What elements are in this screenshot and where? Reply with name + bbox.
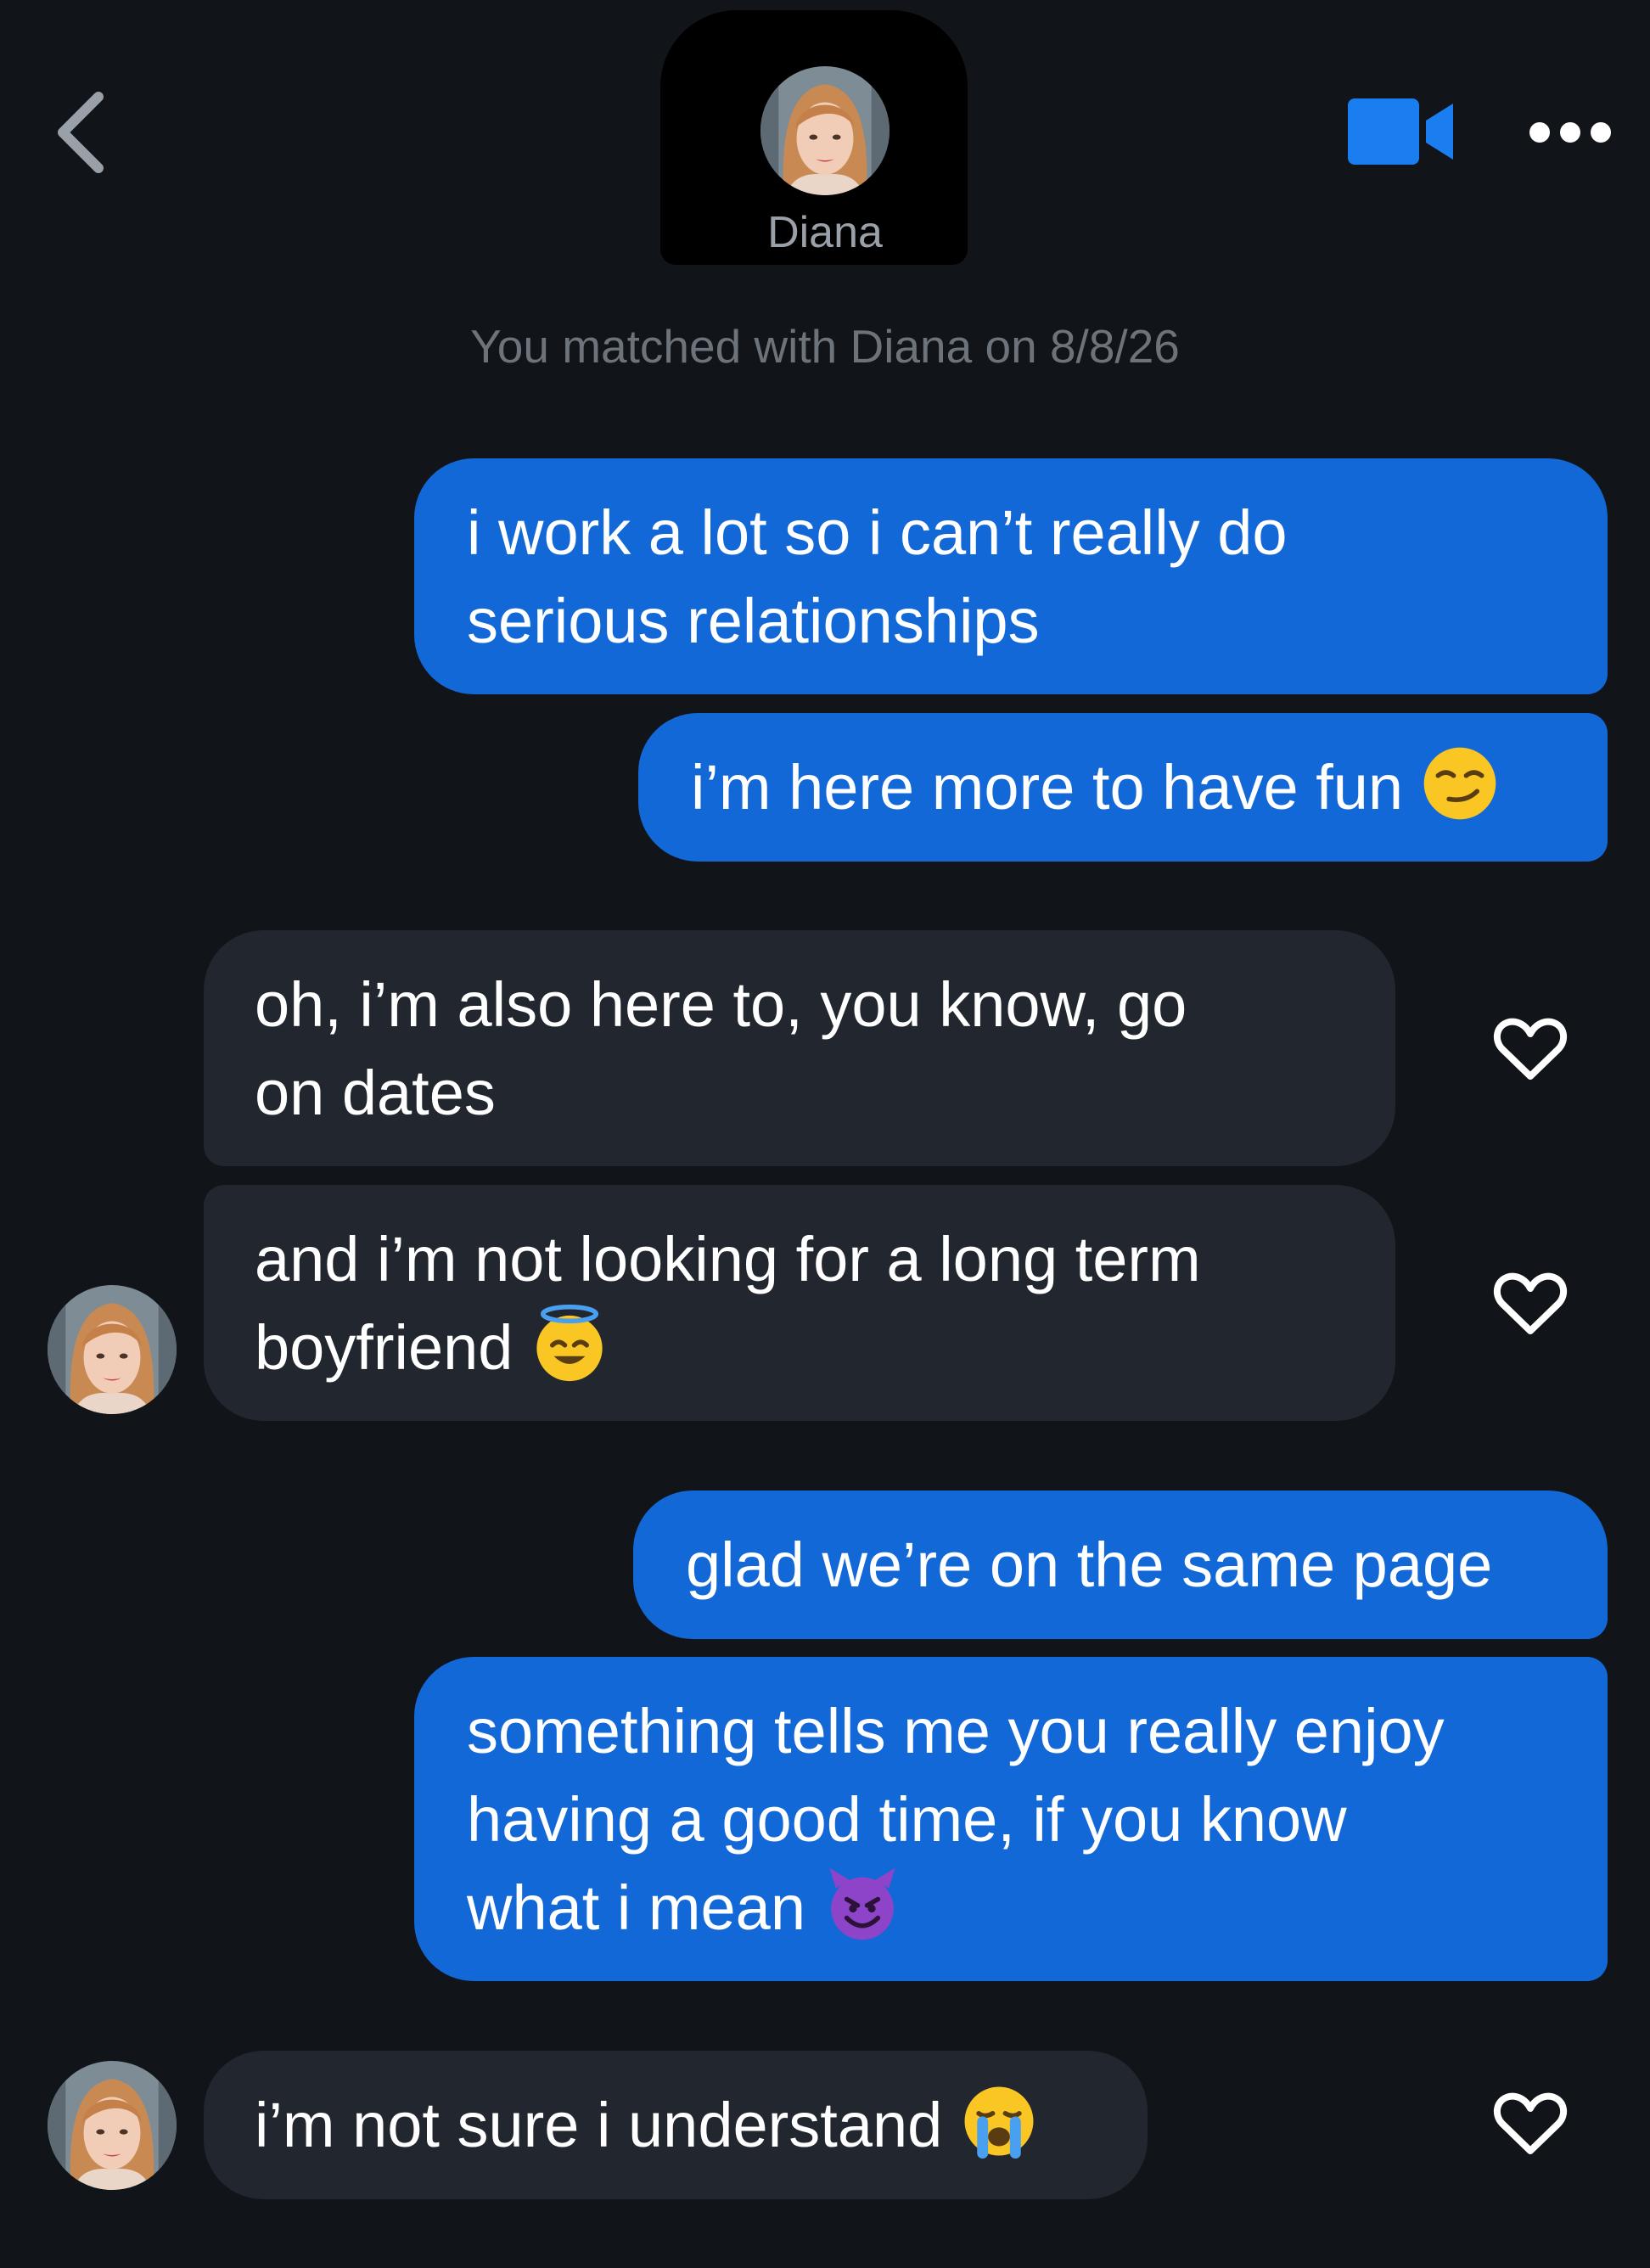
match-notice: You matched with Diana on 8/8/26 [470, 320, 1180, 373]
sent-message-bubble[interactable]: something tells me you really enjoy havi… [414, 1657, 1608, 1981]
heart-outline-icon [1492, 1015, 1569, 1083]
heart-outline-icon [1492, 1270, 1569, 1338]
message-line: and i’m not looking for a long term [255, 1224, 1201, 1294]
contact-name[interactable]: Diana [655, 207, 995, 258]
contact-avatar[interactable] [48, 1285, 177, 1414]
chevron-left-icon [58, 92, 104, 173]
more-options-button[interactable] [1528, 115, 1613, 149]
halo-smiling-face-emoji [530, 1305, 609, 1406]
message-text: glad we’re on the same page [686, 1530, 1493, 1600]
message-line: something tells me you really enjoy [467, 1696, 1445, 1766]
message-line: having a good time, if you know [467, 1784, 1347, 1855]
like-button[interactable] [1492, 1015, 1569, 1083]
like-button[interactable] [1492, 2090, 1569, 2158]
contact-avatar[interactable] [48, 2061, 177, 2190]
received-message-bubble[interactable]: and i’m not looking for a long term boyf… [204, 1185, 1395, 1421]
message-line: oh, i’m also here to, you know, go [255, 969, 1187, 1040]
message-line: i work a lot so i can’t really do [467, 497, 1288, 568]
crying-face-emoji [960, 2082, 1038, 2183]
message-line: what i mean [467, 1872, 805, 1943]
heart-outline-icon [1492, 2090, 1569, 2158]
smirking-face-emoji [1421, 744, 1499, 845]
sent-message-bubble[interactable]: i’m here more to have fun [638, 713, 1608, 862]
back-button[interactable] [49, 88, 117, 177]
sent-message-bubble[interactable]: i work a lot so i can’t really do seriou… [414, 458, 1608, 694]
video-call-button[interactable] [1348, 98, 1456, 165]
received-message-bubble[interactable]: i’m not sure i understand [204, 2051, 1148, 2199]
chat-screen: Diana You matched with Diana on 8/8/26 i… [0, 0, 1650, 2268]
like-button[interactable] [1492, 1270, 1569, 1338]
message-text: i’m here more to have fun [691, 752, 1404, 822]
contact-avatar[interactable] [760, 66, 890, 195]
message-line: serious relationships [467, 586, 1040, 656]
message-line: on dates [255, 1058, 496, 1128]
received-message-bubble[interactable]: oh, i’m also here to, you know, go on da… [204, 930, 1395, 1166]
message-line: boyfriend [255, 1312, 514, 1383]
more-dots-icon [1529, 122, 1611, 143]
video-camera-icon [1348, 98, 1453, 165]
sent-message-bubble[interactable]: glad we’re on the same page [633, 1490, 1608, 1639]
smiling-devil-face-emoji [823, 1865, 901, 1966]
message-text: i’m not sure i understand [255, 2090, 943, 2160]
